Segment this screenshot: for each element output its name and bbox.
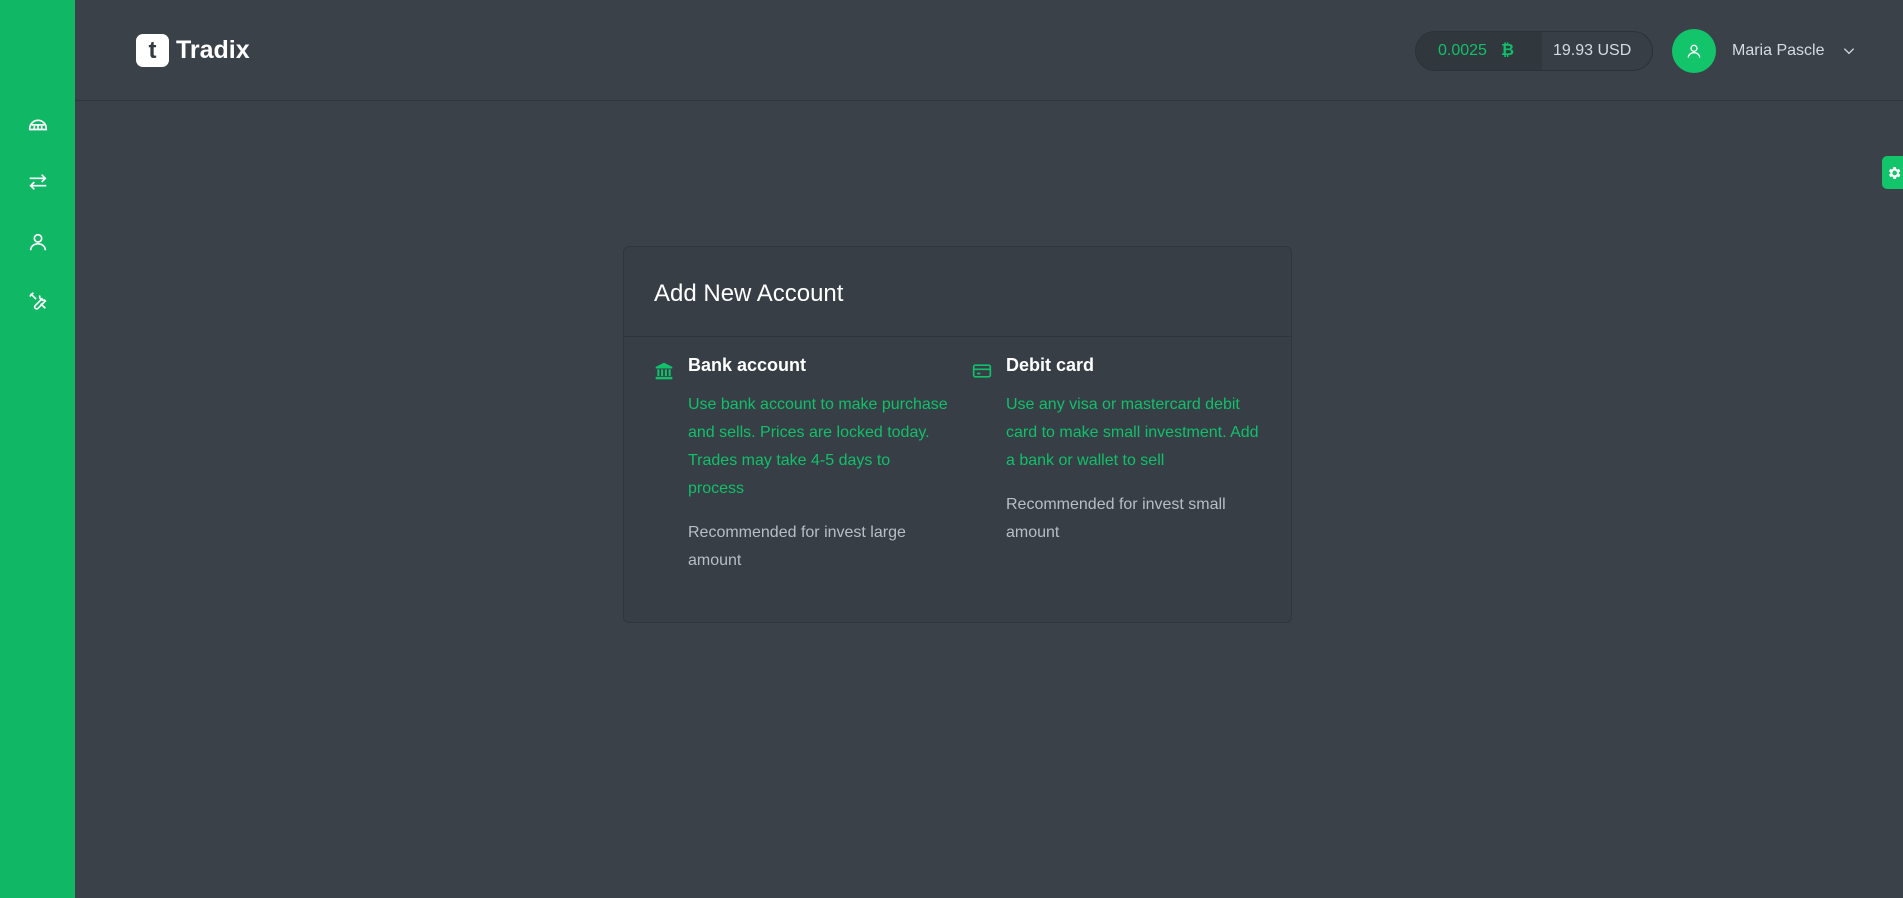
gear-icon <box>1888 166 1901 179</box>
bank-account-option[interactable]: Bank account Use bank account to make pu… <box>654 355 948 601</box>
brand-name: Tradix <box>176 36 250 64</box>
card-title: Add New Account <box>654 280 844 307</box>
avatar[interactable] <box>1672 29 1716 73</box>
sidebar-item-settings[interactable] <box>24 287 52 315</box>
user-icon <box>1687 44 1701 58</box>
dashboard-icon <box>28 119 48 131</box>
logo-mark: t <box>136 34 169 67</box>
usd-balance: 19.93 USD <box>1553 42 1632 59</box>
brand-logo[interactable]: t Tradix <box>136 34 250 67</box>
sidebar <box>0 0 75 898</box>
credit-card-icon <box>972 364 992 378</box>
tools-icon <box>29 292 47 310</box>
user-menu[interactable]: Maria Pascle <box>1672 29 1856 73</box>
sidebar-item-dashboard[interactable] <box>24 110 52 138</box>
user-icon <box>29 233 47 251</box>
bank-icon <box>655 362 673 380</box>
top-header: t Tradix 0.0025 ₿ 19.93 USD Maria Pascle <box>75 0 1903 101</box>
option-title: Bank account <box>688 355 807 375</box>
option-recommendation: Recommended for invest small amount <box>1006 496 1226 541</box>
bitcoin-icon: ₿ <box>1500 42 1514 59</box>
option-recommendation: Recommended for invest large amount <box>688 524 906 569</box>
sidebar-item-exchange[interactable] <box>24 168 52 196</box>
chevron-down-icon[interactable] <box>1842 44 1856 58</box>
exchange-icon <box>29 174 47 190</box>
btc-amount: 0.0025 <box>1438 42 1487 59</box>
add-account-card: Add New Account Bank account Use bank ac… <box>623 246 1292 623</box>
debit-card-option[interactable]: Debit card Use any visa or mastercard de… <box>972 355 1262 561</box>
theme-settings-button[interactable] <box>1882 156 1903 189</box>
user-name: Maria Pascle <box>1732 42 1825 59</box>
btc-balance: 0.0025 ₿ <box>1416 32 1542 70</box>
option-title: Debit card <box>1006 355 1095 375</box>
card-header: Add New Account <box>624 247 1291 337</box>
option-description: Use bank account to make purchase and se… <box>688 396 948 497</box>
option-description: Use any visa or mastercard debit card to… <box>1006 396 1259 469</box>
sidebar-item-profile[interactable] <box>24 228 52 256</box>
wallet-balance[interactable]: 0.0025 ₿ 19.93 USD <box>1415 31 1653 71</box>
